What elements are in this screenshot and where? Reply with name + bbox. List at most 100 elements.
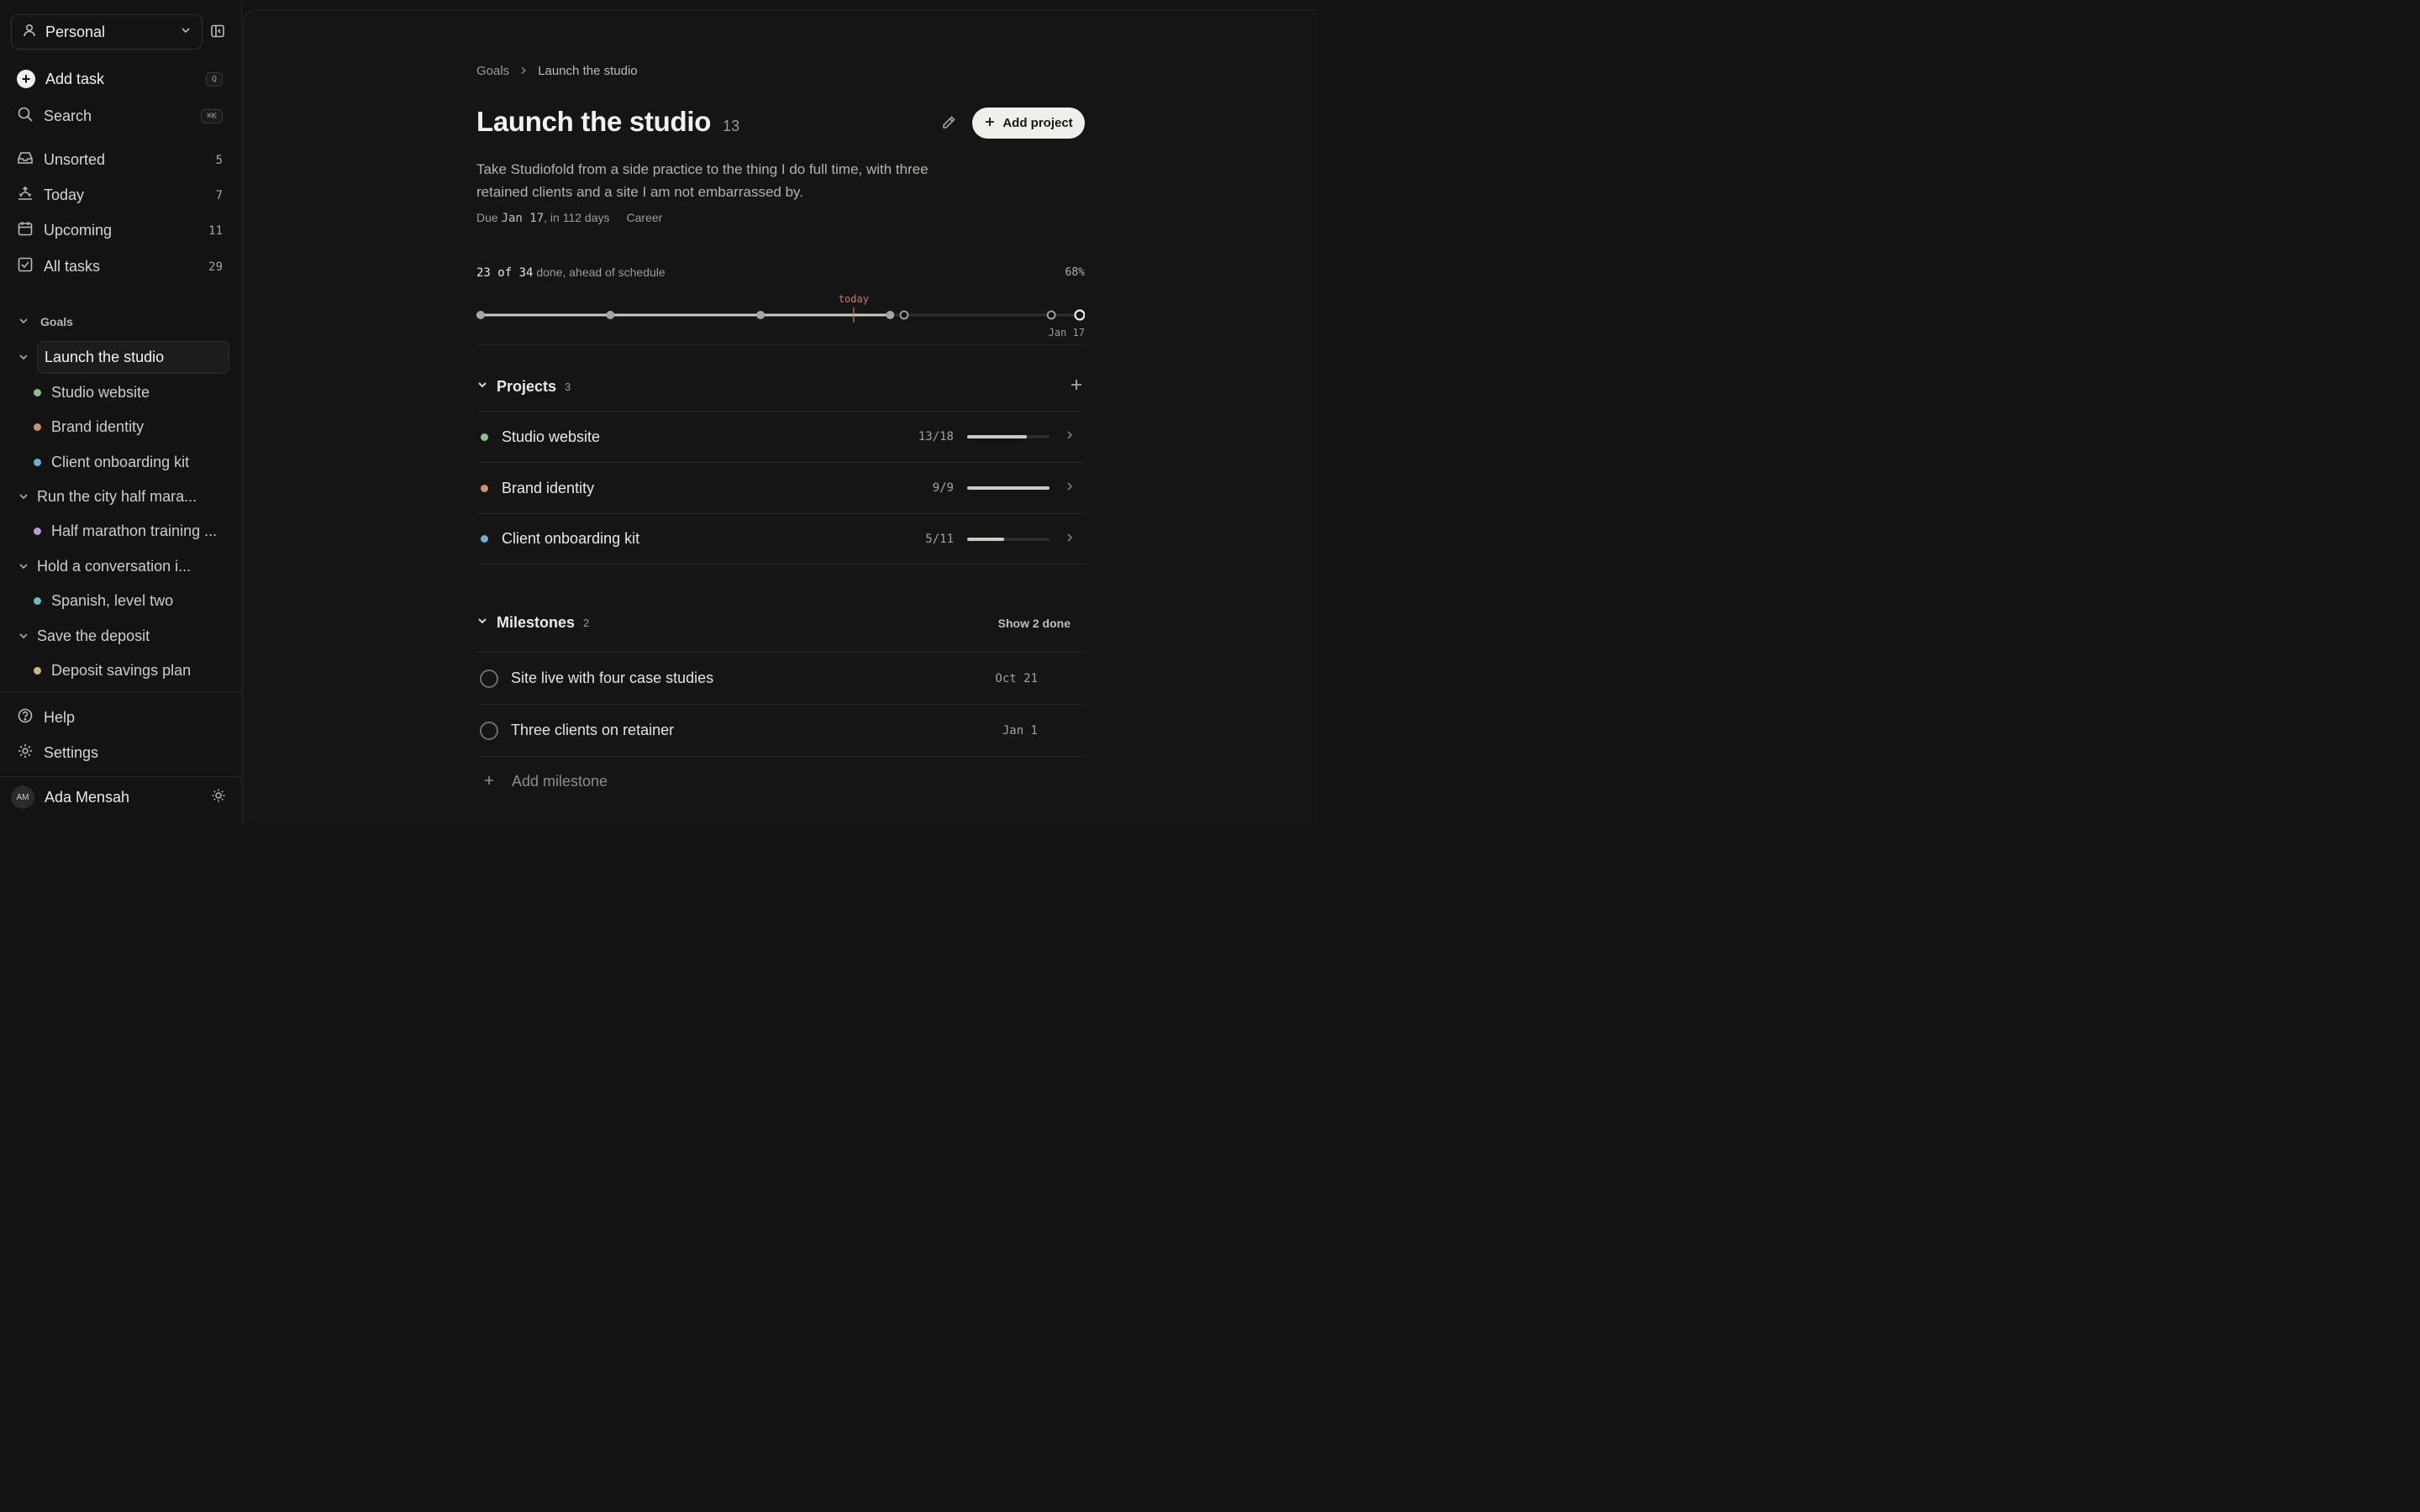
show-done-button[interactable]: Show 2 done xyxy=(998,617,1071,630)
sidebar-item-all-tasks[interactable]: All tasks 29 xyxy=(17,256,223,277)
add-milestone-button[interactable]: Add milestone xyxy=(476,756,1085,806)
nav-label: Today xyxy=(44,186,85,203)
sidebar-project-spanish[interactable]: Spanish, level two xyxy=(34,584,229,617)
projects-heading: Projects xyxy=(497,378,557,395)
search-button[interactable]: Search ⌘K xyxy=(17,106,223,127)
sidebar-project-deposit-savings[interactable]: Deposit savings plan xyxy=(34,654,229,687)
milestone-date: Oct 21 xyxy=(995,671,1038,685)
project-row[interactable]: Brand identity 9/9 xyxy=(476,462,1085,513)
nav-count: 5 xyxy=(215,153,223,167)
sidebar-item-today[interactable]: Today 7 xyxy=(17,185,223,206)
project-row[interactable]: Client onboarding kit 5/11 xyxy=(476,513,1085,564)
due-date-value: Jan 17 xyxy=(501,212,544,225)
goals-section-toggle[interactable]: Goals xyxy=(18,315,73,328)
sun-icon[interactable] xyxy=(211,788,226,807)
progress-timeline: today Jan 17 xyxy=(476,293,1085,339)
project-row[interactable]: Studio website 13/18 xyxy=(476,411,1085,462)
project-color-dot xyxy=(34,527,41,535)
chevron-down-icon xyxy=(18,488,29,506)
avatar: AM xyxy=(11,785,34,809)
pencil-icon xyxy=(940,116,957,134)
goal-end-marker xyxy=(1074,309,1085,321)
sidebar-collapse-icon[interactable] xyxy=(210,24,227,40)
project-color-dot xyxy=(481,484,488,492)
due-relative: , in 112 days xyxy=(544,211,610,224)
progress-done-count: 23 of 34 xyxy=(476,266,534,280)
workspace-name: Personal xyxy=(45,23,106,40)
chevron-down-icon xyxy=(18,315,29,328)
goal-tag[interactable]: Career xyxy=(627,211,663,225)
checkbox-icon xyxy=(17,256,34,277)
milestone-name: Site live with four case studies xyxy=(511,669,714,686)
sidebar-goal-conversation[interactable]: Hold a conversation i... xyxy=(18,549,229,583)
user-row[interactable]: AM Ada Mensah xyxy=(11,785,226,809)
milestone-marker-done xyxy=(476,311,485,319)
project-color-dot xyxy=(34,388,41,396)
sidebar-item-upcoming[interactable]: Upcoming 11 xyxy=(17,220,223,241)
project-progress-bar xyxy=(967,537,1050,541)
timeline-today-label: today xyxy=(839,293,869,305)
calendar-icon xyxy=(17,220,34,241)
milestone-marker-open xyxy=(1046,310,1056,320)
timeline-end-label: Jan 17 xyxy=(1049,327,1085,339)
search-label: Search xyxy=(44,108,92,124)
goal-label: Save the deposit xyxy=(37,627,150,644)
progress-status: done, ahead of schedule xyxy=(533,265,666,279)
chevron-down-icon xyxy=(18,349,29,366)
goal-meta: Due Jan 17, in 112 days Career xyxy=(476,211,662,225)
project-label: Client onboarding kit xyxy=(51,453,190,470)
project-name: Client onboarding kit xyxy=(502,530,640,547)
gear-icon xyxy=(17,743,34,764)
milestone-row[interactable]: Three clients on retainer Jan 1 xyxy=(476,704,1085,756)
milestone-marker-done xyxy=(886,311,895,319)
chevron-down-icon[interactable] xyxy=(476,379,488,395)
settings-label: Settings xyxy=(44,744,99,761)
chevron-down-icon[interactable] xyxy=(476,615,488,631)
plus-icon: + xyxy=(17,70,35,88)
add-task-button[interactable]: + Add task Q xyxy=(17,70,223,88)
nav-label: All tasks xyxy=(44,258,101,275)
nav-count: 11 xyxy=(208,223,223,238)
sidebar-project-client-onboarding[interactable]: Client onboarding kit xyxy=(34,445,229,479)
workspace-switcher[interactable]: Personal xyxy=(11,14,203,50)
sidebar-goal-save-deposit[interactable]: Save the deposit xyxy=(18,619,229,653)
project-count: 5/11 xyxy=(925,532,954,546)
chevron-right-icon xyxy=(1065,429,1085,444)
milestone-row[interactable]: Site live with four case studies Oct 21 xyxy=(476,652,1085,704)
help-label: Help xyxy=(44,709,76,726)
plus-icon xyxy=(984,116,996,131)
project-progress-fill xyxy=(967,435,1027,438)
goal-label: Run the city half mara... xyxy=(37,487,197,505)
sidebar-project-brand-identity[interactable]: Brand identity xyxy=(34,410,229,444)
help-icon xyxy=(17,707,34,728)
add-project-button[interactable]: Add project xyxy=(972,108,1085,139)
chevron-right-icon xyxy=(519,64,528,78)
inbox-icon xyxy=(17,150,34,171)
project-color-dot xyxy=(34,666,41,675)
sidebar: Personal + Add task Q Search ⌘K Unsorted… xyxy=(0,0,242,823)
milestones-heading: Milestones xyxy=(497,614,576,631)
sidebar-project-half-marathon-training[interactable]: Half marathon training ... xyxy=(34,514,229,548)
settings-button[interactable]: Settings xyxy=(17,743,223,764)
project-count: 13/18 xyxy=(918,430,954,444)
sidebar-goal-launch-studio[interactable]: Launch the studio xyxy=(18,340,229,374)
edit-goal-button[interactable] xyxy=(940,114,957,135)
milestone-checkbox[interactable] xyxy=(480,721,498,740)
help-button[interactable]: Help xyxy=(17,707,223,728)
sidebar-project-studio-website[interactable]: Studio website xyxy=(34,375,229,409)
milestone-checkbox[interactable] xyxy=(480,669,498,688)
sidebar-item-unsorted[interactable]: Unsorted 5 xyxy=(17,150,223,171)
project-label: Half marathon training ... xyxy=(51,522,218,539)
milestone-marker-done xyxy=(606,311,615,319)
goal-label: Hold a conversation i... xyxy=(37,557,192,575)
chevron-down-icon xyxy=(180,24,192,40)
project-color-dot xyxy=(481,535,488,543)
nav-label: Unsorted xyxy=(44,151,106,168)
breadcrumb-root-link[interactable]: Goals xyxy=(476,64,509,78)
milestone-marker-done xyxy=(756,311,765,319)
project-name: Studio website xyxy=(502,428,601,445)
sidebar-goal-half-marathon[interactable]: Run the city half mara... xyxy=(18,480,229,513)
milestone-name: Three clients on retainer xyxy=(511,722,675,738)
project-color-dot xyxy=(34,458,41,466)
add-project-icon[interactable] xyxy=(1070,378,1083,396)
